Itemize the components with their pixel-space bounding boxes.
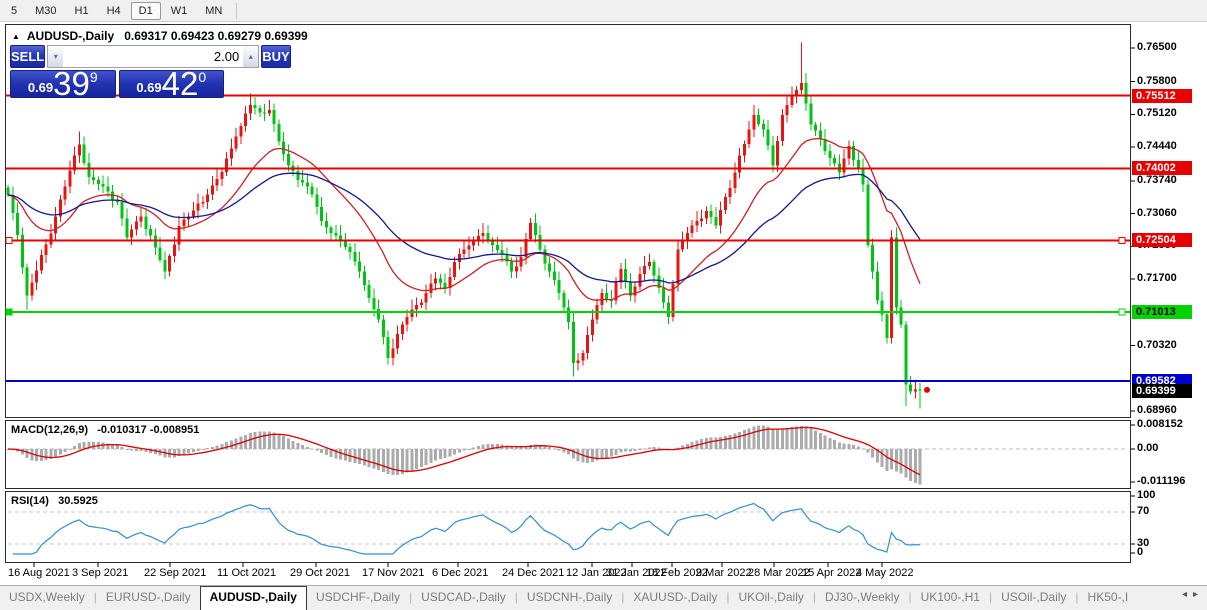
macd-axis-label: 0.00 [1137, 442, 1158, 454]
date-axis-label: 24 Dec 2021 [502, 567, 564, 579]
chart-tab-dj30-weekly[interactable]: DJ30-,Weekly [816, 586, 908, 610]
price-axis-label: 0.75120 [1137, 107, 1177, 119]
date-axis-label: 22 Sep 2021 [144, 567, 206, 579]
macd-current-values: -0.010317 -0.008951 [97, 424, 199, 436]
hline-price-label: 0.71013 [1132, 305, 1192, 319]
chart-tab-eurusd-daily[interactable]: EURUSD-,Daily [97, 586, 200, 610]
chart-tab-bar: USDX,Weekly|EURUSD-,DailyAUDUSD-,DailyUS… [0, 585, 1207, 610]
rsi-axis-label: 100 [1137, 489, 1155, 501]
buy-price-big-digits: 42 [162, 70, 199, 97]
rsi-current-value: 30.5925 [58, 495, 98, 507]
sell-button[interactable]: SELL [10, 45, 45, 68]
price-axis-label: 0.73740 [1137, 174, 1177, 186]
current-price-marker [924, 387, 930, 393]
price-axis-label: 0.76500 [1137, 41, 1177, 53]
chart-tab-usoil-daily[interactable]: USOil-,Daily [992, 586, 1075, 610]
current-price-label: 0.69399 [1132, 384, 1192, 398]
price-axis-label: 0.71700 [1137, 272, 1177, 284]
macd-title: MACD(12,26,9) -0.010317 -0.008951 [11, 424, 199, 436]
sell-price-prefix: 0.69 [28, 80, 53, 95]
buy-price-prefix: 0.69 [136, 80, 161, 95]
price-axis-label: 0.75800 [1137, 75, 1177, 87]
volume-input[interactable] [63, 46, 243, 67]
macd-axis-label: 0.008152 [1137, 418, 1183, 430]
price-axis-label: 0.74440 [1137, 140, 1177, 152]
chart-tab-usdx-weekly[interactable]: USDX,Weekly [0, 586, 94, 610]
volume-increase-button[interactable]: ▴ [243, 46, 258, 67]
chart-symbol-label: AUDUSD-,Daily [27, 29, 114, 43]
chart-tab-usdcad-daily[interactable]: USDCAD-,Daily [412, 586, 515, 610]
volume-decrease-button[interactable]: ▾ [48, 46, 63, 67]
chart-tab-audusd-daily[interactable]: AUDUSD-,Daily [200, 586, 307, 610]
date-axis-label: 28 Mar 2022 [748, 567, 810, 579]
date-axis-label: 3 Sep 2021 [72, 567, 128, 579]
date-axis-label: 11 Oct 2021 [217, 567, 276, 579]
hline-price-label: 0.74002 [1132, 161, 1192, 175]
sell-price-big-digits: 39 [53, 70, 90, 97]
rsi-axis-label: 70 [1137, 505, 1149, 517]
date-axis-label: 17 Nov 2021 [362, 567, 424, 579]
buy-button[interactable]: BUY [261, 45, 290, 68]
chart-header: ▲ AUDUSD-,Daily 0.69317 0.69423 0.69279 … [12, 29, 308, 43]
hline-price-label: 0.72504 [1132, 233, 1192, 247]
axis-ticks [34, 48, 1135, 567]
tab-scroll-arrows: ◂▸ [1182, 589, 1204, 600]
date-axis-label: 15 Apr 2022 [802, 567, 861, 579]
volume-stepper: ▾ ▴ [47, 45, 259, 68]
chart-ohlc-values: 0.69317 0.69423 0.69279 0.69399 [124, 29, 308, 43]
date-axis-label: 4 May 2022 [856, 567, 913, 579]
price-axis-label: 0.70320 [1137, 339, 1177, 351]
date-axis-label: 29 Oct 2021 [290, 567, 350, 579]
tab-scroll-right-icon[interactable]: ▸ [1193, 589, 1204, 600]
chart-tab-ukoil-daily[interactable]: UKOil-,Daily [730, 586, 813, 610]
date-axis-label: 9 Mar 2022 [696, 567, 752, 579]
sell-price-display[interactable]: 0.69 39 9 [10, 70, 116, 98]
collapse-panel-icon[interactable]: ▲ [12, 32, 20, 41]
one-click-trade-panel: SELL ▾ ▴ BUY 0.69 39 9 0.69 42 0 [10, 45, 224, 98]
rsi-axis-label: 0 [1137, 546, 1143, 558]
chart-tab-uk100-h1[interactable]: UK100-,H1 [912, 586, 989, 610]
date-axis-label: 16 Aug 2021 [8, 567, 70, 579]
hline-price-label: 0.75512 [1132, 89, 1192, 103]
buy-price-display[interactable]: 0.69 42 0 [119, 70, 225, 98]
date-axis-label: 6 Dec 2021 [432, 567, 488, 579]
price-axis-label: 0.68960 [1137, 404, 1177, 416]
chart-tab-usdchf-daily[interactable]: USDCHF-,Daily [307, 586, 409, 610]
trading-platform-window: 5M30H1H4D1W1MN ▲ AUDUSD-,Daily 0.69317 0… [0, 0, 1207, 610]
rsi-line [13, 504, 920, 555]
rsi-title: RSI(14) 30.5925 [11, 495, 98, 507]
price-axis-label: 0.73060 [1137, 207, 1177, 219]
chart-tab-xauusd-daily[interactable]: XAUUSD-,Daily [624, 586, 726, 610]
buy-price-pip-digit: 0 [198, 70, 206, 85]
chart-tab-usdcnh-daily[interactable]: USDCNH-,Daily [518, 586, 621, 610]
sell-price-pip-digit: 9 [90, 70, 98, 85]
tab-scroll-left-icon[interactable]: ◂ [1182, 589, 1193, 600]
chart-tab-hk50-i[interactable]: HK50-,I [1079, 586, 1138, 610]
macd-axis-label: -0.011196 [1137, 475, 1185, 487]
